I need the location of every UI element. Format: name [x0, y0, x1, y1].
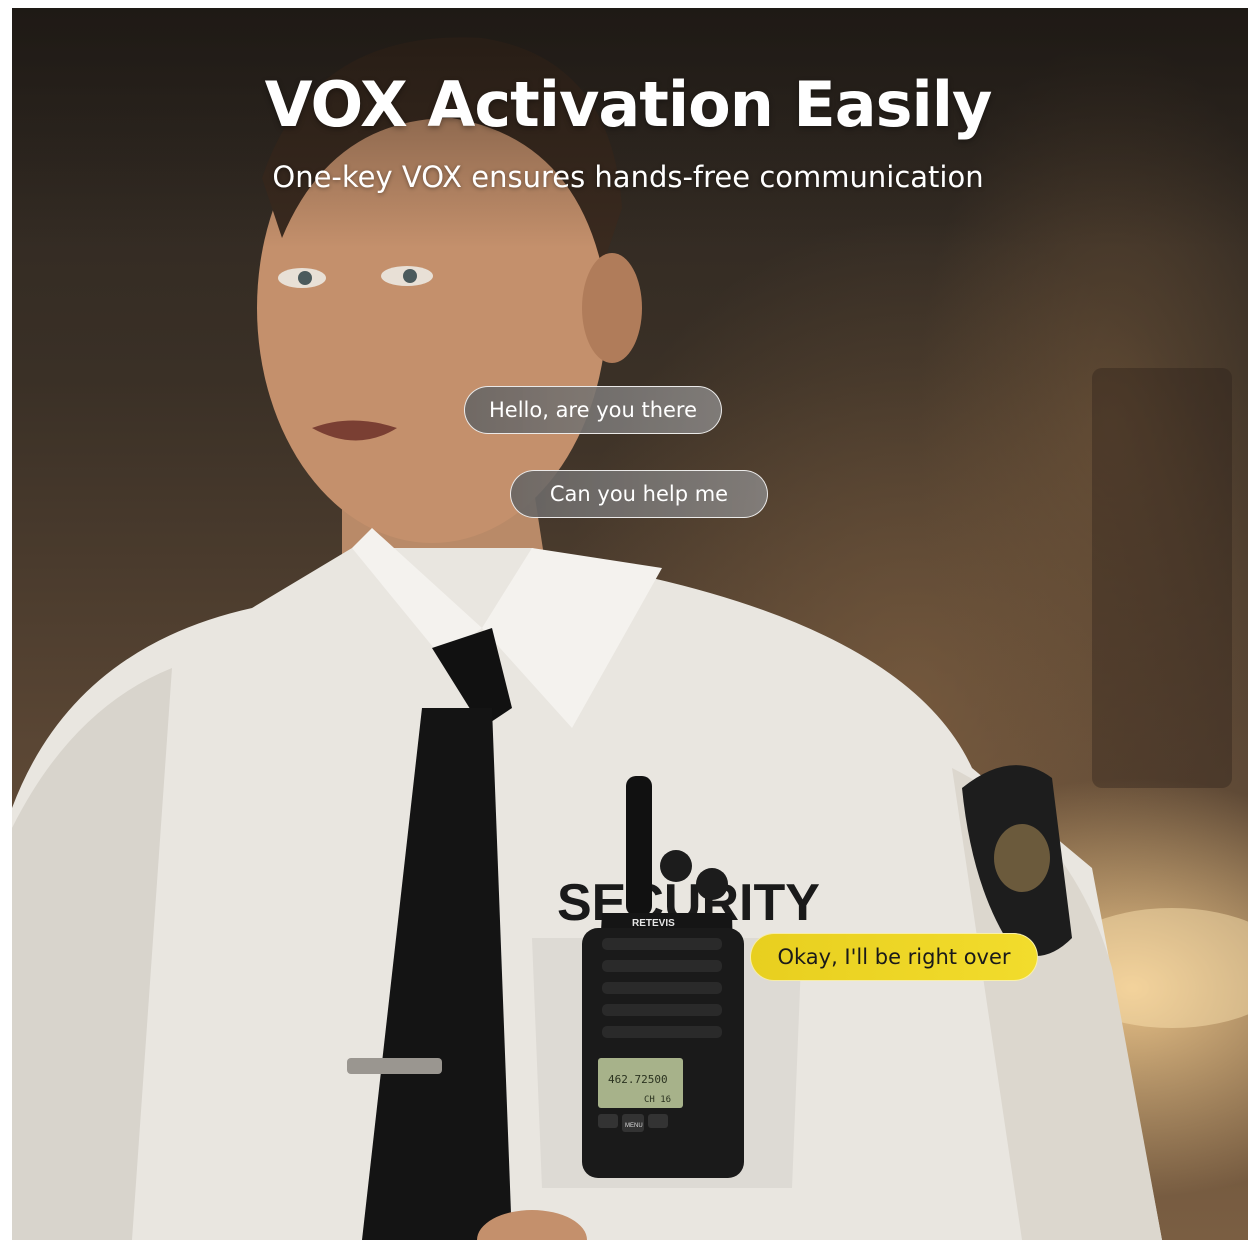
radio-brand-label: RETEVIS [632, 918, 675, 929]
speech-bubble-reply: Okay, I'll be right over [750, 933, 1038, 981]
speech-bubble-text: Hello, are you there [488, 398, 698, 422]
radio-channel-display: CH 16 [644, 1095, 671, 1105]
speech-bubble-text: Can you help me [549, 482, 729, 506]
radio-frequency-display: 462.72500 [608, 1073, 668, 1086]
subheadline: One-key VOX ensures hands-free communica… [272, 160, 984, 194]
radio-menu-label: MENU [625, 1123, 643, 1129]
headline: VOX Activation Easily [264, 68, 993, 141]
speech-bubble-hello: Hello, are you there [464, 386, 722, 434]
speech-bubble-help: Can you help me [510, 470, 768, 518]
speech-bubble-text: Okay, I'll be right over [777, 945, 1011, 969]
